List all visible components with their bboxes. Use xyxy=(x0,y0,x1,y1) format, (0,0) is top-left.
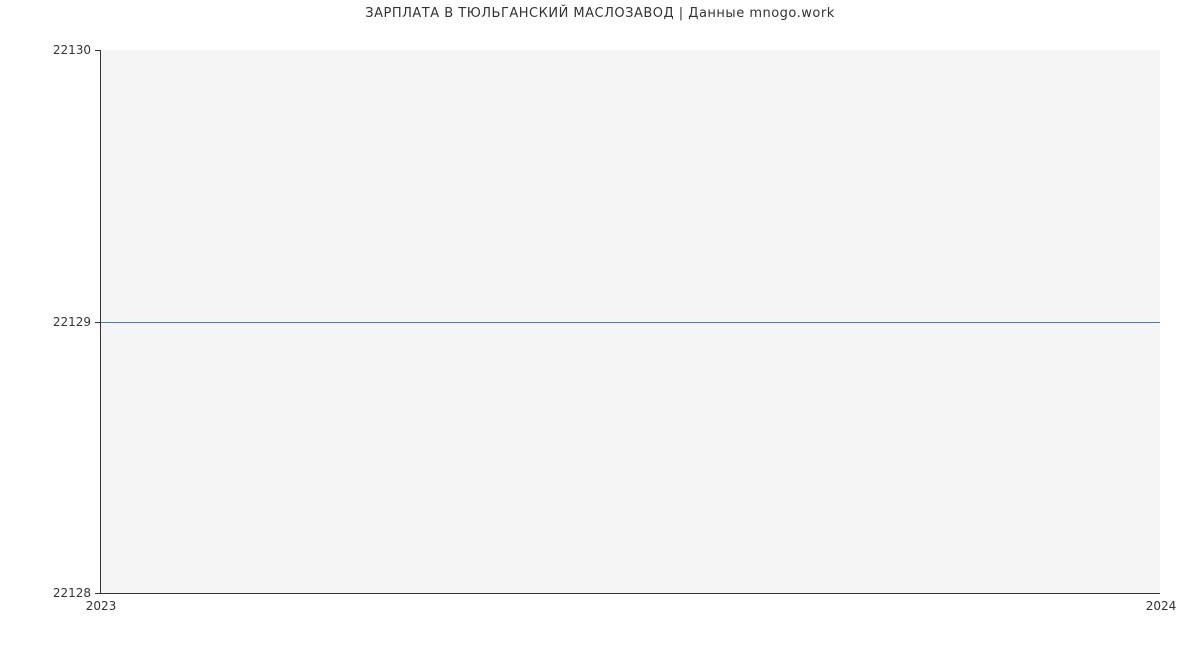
y-tick-label: 22130 xyxy=(53,43,91,57)
y-tick xyxy=(95,593,101,594)
y-tick-label: 22128 xyxy=(53,586,91,600)
salary-chart: ЗАРПЛАТА В ТЮЛЬГАНСКИЙ МАСЛОЗАВОД | Данн… xyxy=(0,0,1200,650)
y-tick xyxy=(95,50,101,51)
chart-title: ЗАРПЛАТА В ТЮЛЬГАНСКИЙ МАСЛОЗАВОД | Данн… xyxy=(0,6,1200,21)
x-tick-label: 2024 xyxy=(1146,599,1177,613)
plot-area: 22130 22129 22128 2023 2024 xyxy=(100,50,1160,594)
y-tick-label: 22129 xyxy=(53,315,91,329)
x-tick-label: 2023 xyxy=(86,599,117,613)
series-line xyxy=(101,322,1160,323)
